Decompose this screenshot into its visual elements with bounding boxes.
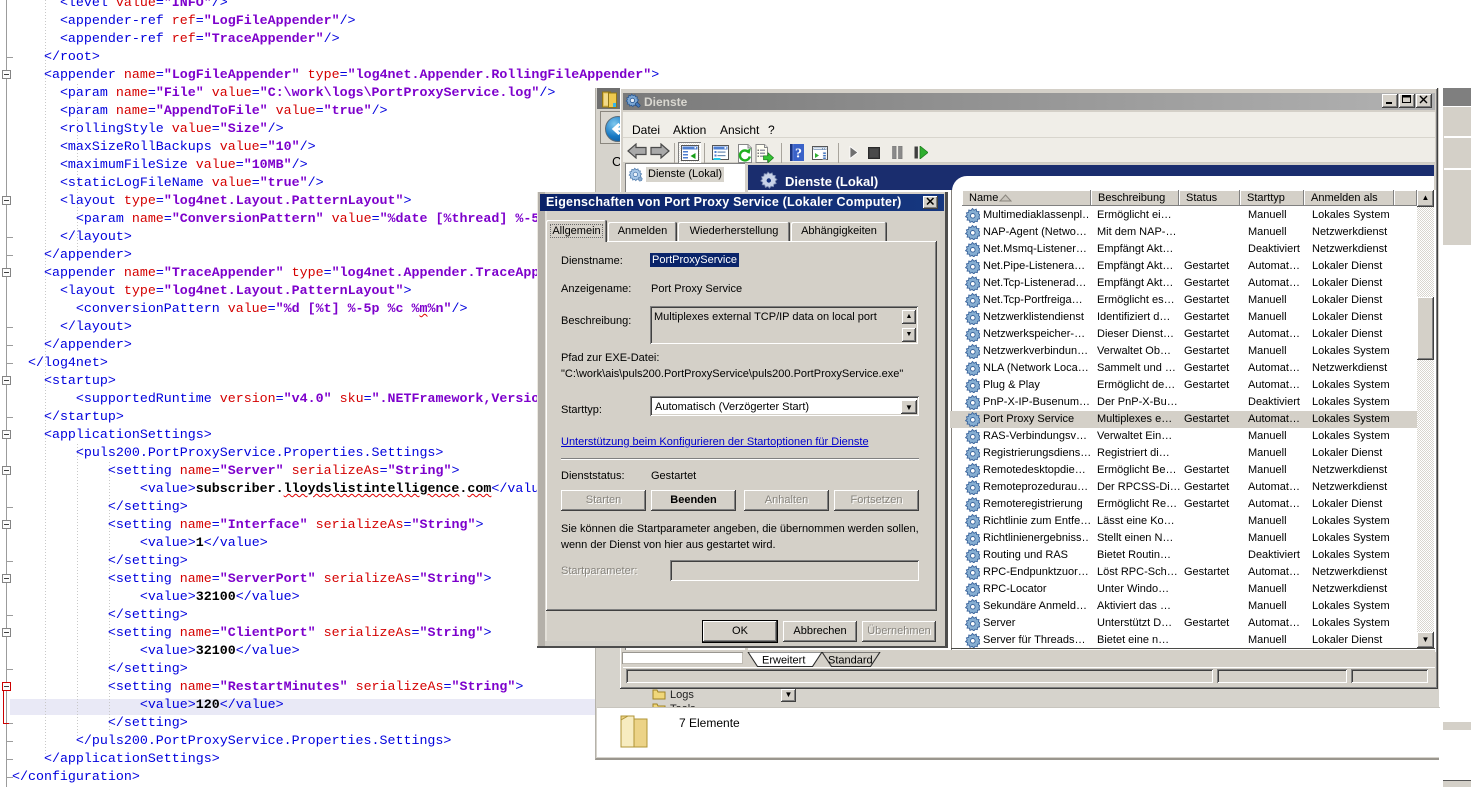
svg-text:Standard: Standard xyxy=(828,655,873,667)
svg-text:Erweitert: Erweitert xyxy=(762,655,805,667)
svg-text:?: ? xyxy=(795,147,802,162)
